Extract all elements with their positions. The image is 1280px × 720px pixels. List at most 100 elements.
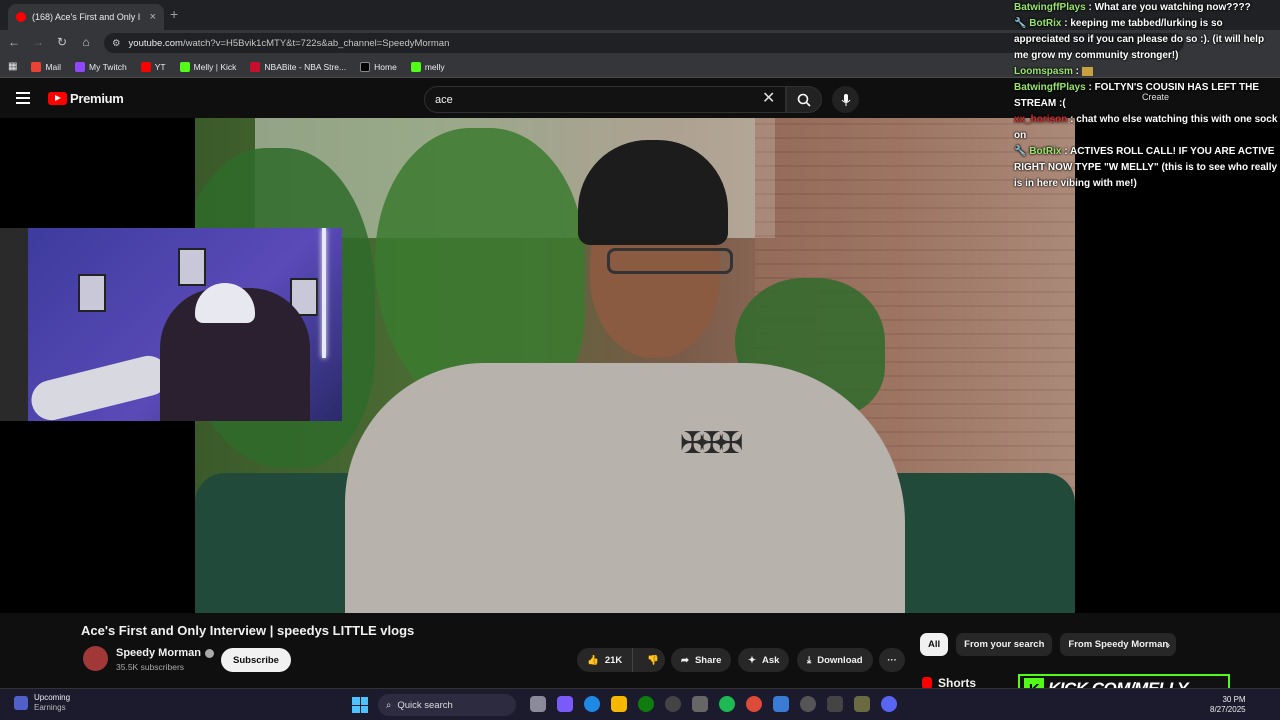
picture-frame	[178, 248, 206, 286]
chat-message: Loomspasm :	[1014, 64, 1280, 80]
subscriber-count: 35.5K subscribers	[116, 662, 185, 672]
verified-icon	[204, 648, 214, 658]
search-input[interactable]: ace	[424, 86, 786, 113]
bookmark-melly[interactable]: melly	[410, 61, 445, 72]
file-explorer-icon[interactable]	[611, 696, 627, 712]
bookmark-mail[interactable]: Mail	[31, 61, 61, 72]
youtube-favicon-icon	[16, 12, 26, 22]
related-chips: All From your search From Speedy Morman	[920, 633, 1177, 656]
task-view-icon[interactable]	[530, 696, 546, 712]
chevron-right-icon[interactable]: ›	[1166, 637, 1170, 652]
youtube-logo[interactable]: Premium	[48, 91, 124, 106]
thumbs-up-icon: 👍	[587, 654, 599, 666]
nba-icon	[250, 61, 261, 72]
store-icon[interactable]	[692, 696, 708, 712]
taskbar-search[interactable]: ⌕ Quick search	[378, 694, 516, 716]
clear-search-icon[interactable]: ✕	[762, 88, 775, 108]
search-icon	[797, 93, 811, 107]
microphone-icon	[841, 93, 850, 106]
thumbs-down-icon: 👎	[647, 654, 660, 666]
chrome-icon[interactable]	[746, 696, 762, 712]
voice-search-button[interactable]	[832, 86, 859, 113]
video-title: Ace's First and Only Interview | speedys…	[81, 623, 415, 638]
download-button[interactable]: ⤓ Download	[797, 648, 873, 672]
download-icon: ⤓	[807, 654, 812, 666]
chat-message: BatwingffPlays : FOLTYN'S COUSIN HAS LEF…	[1014, 82, 1259, 109]
url-host: youtube.com	[128, 37, 183, 49]
apps-grid-icon[interactable]: ▦	[8, 61, 17, 72]
chat-message: xx_horison : chat who else watching this…	[1014, 114, 1278, 141]
chat-message: BatwingffPlays : What are you watching n…	[1014, 2, 1251, 13]
back-arrow-icon[interactable]: ←	[6, 35, 22, 49]
system-clock[interactable]: 30 PM 8/27/2025	[1210, 695, 1246, 715]
cross-logo-icon: ✠✠✠	[680, 427, 743, 460]
earnings-widget-icon	[14, 696, 28, 710]
tab-title: (168) Ace's First and Only I	[32, 12, 141, 22]
streamer-webcam	[0, 228, 342, 421]
emote-icon	[1081, 66, 1093, 76]
led-strip	[322, 228, 326, 358]
app-icon[interactable]	[827, 696, 843, 712]
kick-icon	[410, 61, 421, 72]
person-hoodie	[345, 363, 905, 613]
chat-message: 🔧 BotRix : keeping me tabbed/lurking is …	[1014, 18, 1265, 61]
media-icon[interactable]	[800, 696, 816, 712]
streamer-legs	[27, 351, 173, 421]
bookmark-nbabite[interactable]: NBABite - NBA Stre...	[250, 61, 346, 72]
youtube-icon	[140, 61, 151, 72]
xbox-icon[interactable]	[638, 696, 654, 712]
youtube-play-icon	[48, 92, 67, 105]
reload-icon[interactable]: ↻	[54, 35, 70, 49]
glasses	[607, 248, 733, 274]
picture-frame	[78, 274, 106, 312]
ask-button[interactable]: ✦ Ask	[738, 648, 790, 672]
site-info-icon[interactable]: ⚙	[112, 38, 121, 49]
windows-taskbar: Upcoming Earnings ⌕ Quick search 30 PM 8/…	[0, 688, 1280, 720]
url-path: /watch?v=H5Bvik1cMTY&t=722s&ab_channel=S…	[182, 37, 450, 49]
search-icon: ⌕	[386, 699, 392, 711]
bookmark-yt[interactable]: YT	[140, 61, 166, 72]
copilot-icon[interactable]	[557, 696, 573, 712]
sparkle-icon: ✦	[748, 654, 756, 666]
bookmark-kick[interactable]: Melly | Kick	[179, 61, 236, 72]
chat-message: 🔧 BotRix : ACTIVES ROLL CALL! IF YOU ARE…	[1014, 146, 1278, 189]
share-icon: ➦	[681, 654, 689, 666]
channel-avatar[interactable]	[83, 646, 108, 671]
settings-icon[interactable]	[665, 696, 681, 712]
channel-name[interactable]: Speedy Morman	[116, 647, 214, 659]
more-actions-button[interactable]: ···	[879, 648, 905, 672]
share-button[interactable]: ➦ Share	[671, 648, 732, 672]
wrench-icon: 🔧	[1014, 18, 1027, 29]
discord-icon[interactable]	[881, 696, 897, 712]
forward-arrow-icon[interactable]: →	[30, 35, 46, 49]
widgets-button[interactable]: Upcoming Earnings	[14, 693, 70, 713]
start-button[interactable]	[352, 697, 368, 713]
chip-from-channel[interactable]: From Speedy Morman	[1060, 633, 1177, 656]
kick-icon	[179, 61, 190, 72]
app-icon[interactable]	[854, 696, 870, 712]
tab-close-icon[interactable]: ×	[150, 11, 156, 23]
twitch-icon	[75, 61, 86, 72]
edge-icon[interactable]	[584, 696, 600, 712]
chip-all[interactable]: All	[920, 633, 949, 656]
new-tab-button[interactable]: +	[170, 6, 178, 22]
webcam-wall	[0, 228, 28, 421]
like-dislike-group: 👍 21K 👎	[577, 648, 665, 672]
wrench-icon: 🔧	[1014, 146, 1027, 157]
like-button[interactable]: 👍 21K	[577, 648, 634, 672]
dislike-button[interactable]: 👎	[639, 655, 667, 666]
chip-from-search[interactable]: From your search	[956, 633, 1053, 656]
menu-icon[interactable]	[16, 92, 30, 104]
bookmark-x-home[interactable]: Home	[360, 61, 397, 72]
subscribe-button[interactable]: Subscribe	[221, 648, 291, 672]
spotify-icon[interactable]	[719, 696, 735, 712]
x-icon	[360, 61, 371, 72]
home-icon[interactable]: ⌂	[78, 35, 94, 49]
chat-overlay: BatwingffPlays : What are you watching n…	[1014, 0, 1280, 200]
browser-tab[interactable]: (168) Ace's First and Only I ×	[8, 4, 164, 30]
search-button[interactable]	[786, 86, 822, 113]
bookmark-twitch[interactable]: My Twitch	[75, 61, 127, 72]
app-icon[interactable]	[773, 696, 789, 712]
gmail-icon	[31, 61, 42, 72]
taskbar-apps	[530, 696, 897, 712]
